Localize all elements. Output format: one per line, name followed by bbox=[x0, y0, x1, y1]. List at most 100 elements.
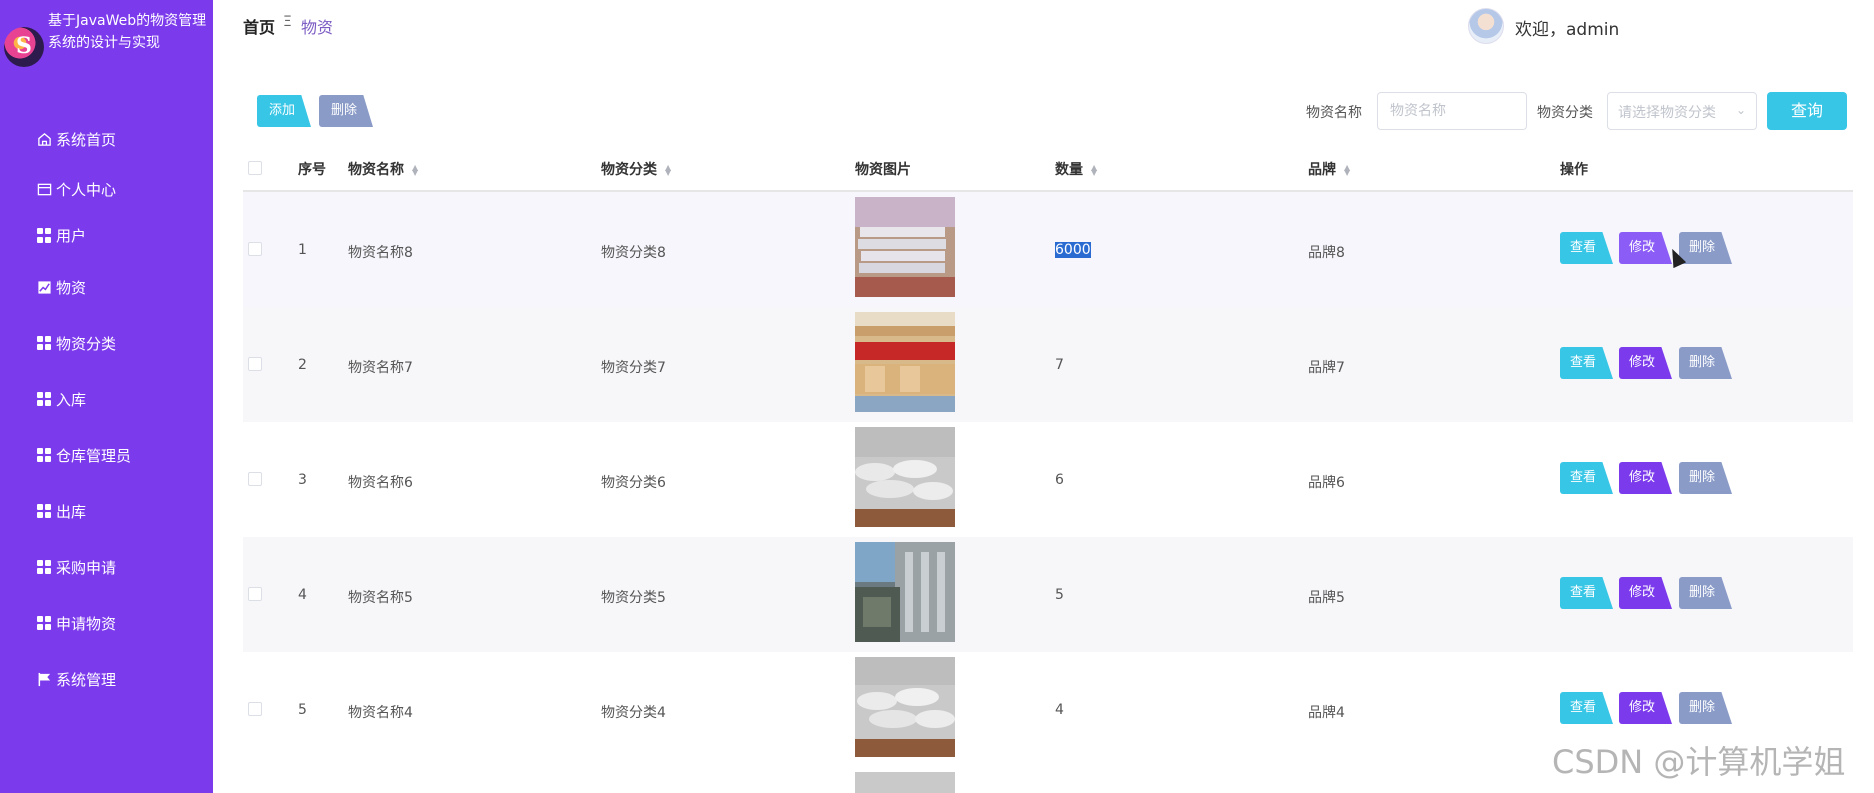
delete-button[interactable]: 删除 bbox=[1679, 692, 1732, 724]
cell-category: 物资分类4 bbox=[601, 705, 666, 721]
sidebar-item-purchase[interactable]: 采购申请 bbox=[0, 539, 213, 595]
view-button[interactable]: 查看 bbox=[1560, 232, 1613, 264]
query-button[interactable]: 查询 bbox=[1767, 92, 1847, 130]
view-button[interactable]: 查看 bbox=[1560, 347, 1613, 379]
sidebar-item-inbound[interactable]: 入库 bbox=[0, 371, 213, 427]
sidebar-item-categories[interactable]: 物资分类 bbox=[0, 315, 213, 371]
view-button[interactable]: 查看 bbox=[1560, 577, 1613, 609]
edit-button[interactable]: 修改 bbox=[1619, 347, 1672, 379]
cell-quantity: 4 bbox=[1055, 702, 1064, 718]
materials-table: 序号 物资名称 ▲ ▼ 物资分类 ▲ ▼ 物资图片 数量 ▲ ▼ 品牌 ▲ ▼ 操作 1 物资名… bbox=[243, 145, 1853, 793]
edit-button[interactable]: 修改 bbox=[1619, 577, 1672, 609]
header-quantity[interactable]: 数量 ▲ ▼ bbox=[1055, 159, 1097, 179]
material-image[interactable] bbox=[855, 312, 955, 412]
row-checkbox[interactable] bbox=[248, 242, 262, 256]
sort-icon[interactable]: ▲ ▼ bbox=[1091, 164, 1097, 177]
cell-brand: 品牌4 bbox=[1308, 705, 1345, 721]
cell-brand: 品牌5 bbox=[1308, 590, 1345, 606]
sidebar-item-outbound[interactable]: 出库 bbox=[0, 483, 213, 539]
view-button[interactable]: 查看 bbox=[1560, 692, 1613, 724]
header-image: 物资图片 bbox=[855, 162, 911, 178]
delete-button[interactable]: 删除 bbox=[1679, 577, 1732, 609]
sidebar-item-materials[interactable]: 物资 bbox=[0, 259, 213, 315]
cell-name: 物资名称4 bbox=[348, 705, 413, 721]
grid-icon bbox=[37, 559, 52, 575]
edit-button[interactable]: 修改 bbox=[1619, 692, 1672, 724]
sort-icon[interactable]: ▲ ▼ bbox=[665, 164, 671, 177]
sidebar-item-label: 仓库管理员 bbox=[56, 446, 132, 465]
sidebar-item-label: 个人中心 bbox=[56, 181, 117, 199]
breadcrumb-current: 物资 bbox=[301, 18, 334, 37]
cell-brand: 品牌7 bbox=[1308, 360, 1345, 376]
sidebar-item-profile[interactable]: 个人中心 bbox=[0, 167, 213, 212]
cell-quantity: 6 bbox=[1055, 472, 1064, 488]
category-select[interactable]: 请选择物资分类 ⌄ bbox=[1607, 92, 1757, 130]
sidebar-item-warehouse-admin[interactable]: 仓库管理员 bbox=[0, 427, 213, 483]
header-category[interactable]: 物资分类 ▲ ▼ bbox=[601, 159, 671, 179]
category-filter-label: 物资分类 bbox=[1537, 105, 1593, 121]
sidebar-item-system[interactable]: 系统管理 bbox=[0, 651, 213, 707]
welcome-text[interactable]: 欢迎，admin bbox=[1515, 15, 1619, 40]
select-all-checkbox[interactable] bbox=[248, 161, 262, 175]
header-brand[interactable]: 品牌 ▲ ▼ bbox=[1308, 159, 1350, 179]
grid-icon bbox=[37, 503, 52, 519]
material-image[interactable] bbox=[855, 197, 955, 297]
card-icon bbox=[37, 183, 52, 196]
cell-category: 物资分类7 bbox=[601, 360, 666, 376]
sidebar-item-users[interactable]: 用户 bbox=[0, 212, 213, 259]
row-checkbox[interactable] bbox=[248, 702, 262, 716]
name-search-input[interactable] bbox=[1377, 92, 1527, 130]
delete-button[interactable]: 删除 bbox=[1679, 462, 1732, 494]
row-checkbox[interactable] bbox=[248, 357, 262, 371]
avatar[interactable] bbox=[1468, 8, 1504, 44]
cell-category: 物资分类5 bbox=[601, 590, 666, 606]
view-button[interactable]: 查看 bbox=[1560, 462, 1613, 494]
category-select-placeholder: 请选择物资分类 bbox=[1618, 105, 1716, 121]
header-name[interactable]: 物资名称 ▲ ▼ bbox=[348, 159, 418, 179]
sidebar-item-home[interactable]: 系统首页 bbox=[0, 112, 213, 167]
header-index: 序号 bbox=[298, 162, 326, 178]
sort-icon[interactable]: ▲ ▼ bbox=[1344, 164, 1350, 177]
material-image[interactable] bbox=[855, 657, 955, 757]
table-row: 4 物资名称5 物资分类5 5 品牌5 查看 修改 删除 bbox=[243, 537, 1853, 652]
cell-quantity: 5 bbox=[1055, 587, 1064, 603]
cell-quantity: 6000 bbox=[1055, 242, 1091, 258]
material-image[interactable] bbox=[855, 772, 955, 793]
breadcrumb-home[interactable]: 首页 bbox=[243, 14, 275, 38]
cell-quantity: 7 bbox=[1055, 357, 1064, 373]
cell-name: 物资名称6 bbox=[348, 475, 413, 491]
grid-icon bbox=[37, 447, 52, 463]
row-checkbox[interactable] bbox=[248, 472, 262, 486]
brand-logo bbox=[4, 27, 44, 67]
add-button[interactable]: 添加 bbox=[257, 95, 311, 127]
cell-brand: 品牌8 bbox=[1308, 245, 1345, 261]
material-image[interactable] bbox=[855, 542, 955, 642]
edit-button[interactable]: 修改 bbox=[1619, 462, 1672, 494]
sidebar-item-label: 用户 bbox=[56, 227, 87, 245]
sidebar-item-label: 申请物资 bbox=[56, 614, 117, 633]
delete-button[interactable]: 删除 bbox=[1679, 232, 1732, 264]
name-filter-label: 物资名称 bbox=[1306, 105, 1362, 121]
edit-button[interactable]: 修改 bbox=[1619, 232, 1672, 264]
cell-index: 3 bbox=[298, 472, 307, 488]
header: 首页 Ξ 物资 bbox=[213, 0, 1874, 52]
grid-icon bbox=[37, 391, 52, 407]
header-actions: 操作 bbox=[1560, 162, 1588, 178]
grid-icon bbox=[37, 228, 52, 243]
brand: 基于JavaWeb的物资管理系统的设计与实现 bbox=[0, 0, 213, 90]
delete-button[interactable]: 删除 bbox=[1679, 347, 1732, 379]
cell-name: 物资名称8 bbox=[348, 245, 413, 261]
batch-delete-button[interactable]: 删除 bbox=[319, 95, 373, 127]
material-image[interactable] bbox=[855, 427, 955, 527]
sidebar-item-label: 出库 bbox=[56, 502, 87, 521]
sidebar: 基于JavaWeb的物资管理系统的设计与实现 系统首页 个人中心 用户 bbox=[0, 0, 213, 793]
breadcrumb-separator-icon: Ξ bbox=[283, 14, 292, 30]
table-row: 3 物资名称6 物资分类6 6 品牌6 查看 修改 删除 bbox=[243, 422, 1853, 537]
sidebar-item-apply[interactable]: 申请物资 bbox=[0, 595, 213, 651]
chart-icon bbox=[38, 280, 51, 294]
cell-index: 1 bbox=[298, 242, 307, 258]
sort-icon[interactable]: ▲ ▼ bbox=[412, 164, 418, 177]
table-row: 2 物资名称7 物资分类7 7 品牌7 查看 修改 删除 bbox=[243, 307, 1853, 422]
row-checkbox[interactable] bbox=[248, 587, 262, 601]
cell-index: 5 bbox=[298, 702, 307, 718]
